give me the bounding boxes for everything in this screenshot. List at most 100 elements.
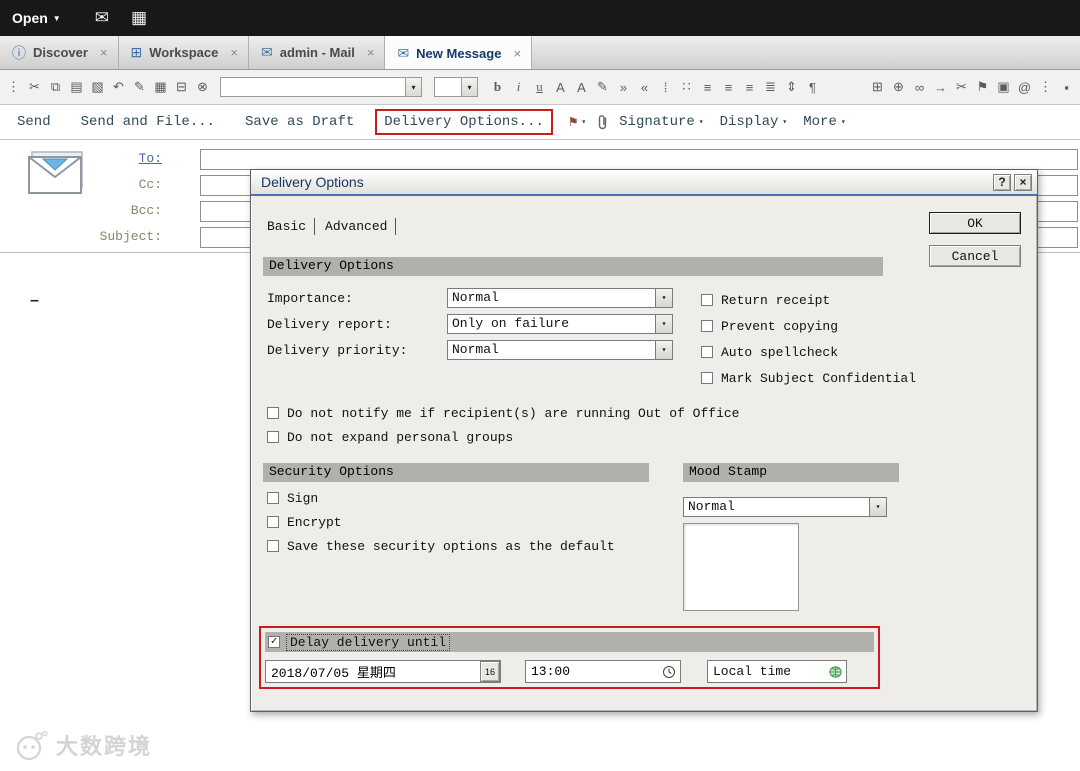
insert-image-icon[interactable]: ▦ [151,76,170,98]
checkbox-icon[interactable] [267,516,279,528]
font-family-combo[interactable]: ▾ [220,77,422,97]
undo-icon[interactable]: ↶ [109,76,128,98]
align-left-icon[interactable]: ≡ [698,76,717,98]
tab-admin-mail[interactable]: ✉ admin - Mail × [249,36,386,69]
delay-time-field[interactable] [525,660,681,683]
delivery-priority-select[interactable]: Normal ▾ [447,340,673,360]
justify-icon[interactable]: ≣ [761,76,780,98]
cancel-button[interactable]: Cancel [929,245,1021,267]
frame-icon[interactable]: ▣ [994,76,1013,98]
help-button[interactable]: ? [993,173,1011,191]
chevron-down-icon[interactable]: ▾ [655,315,672,333]
delivery-report-select[interactable]: Only on failure ▾ [447,314,673,334]
to-field[interactable] [200,149,1078,170]
copy-icon[interactable]: ⧉ [46,76,65,98]
checkbox-icon[interactable] [267,431,279,443]
bullet-list-icon[interactable]: ∷ [677,76,696,98]
dialog-tab-basic[interactable]: Basic [265,218,316,235]
table-icon[interactable]: ⊞ [868,76,887,98]
delay-date-field[interactable]: 16 [265,660,501,683]
align-center-icon[interactable]: ≡ [719,76,738,98]
timezone-picker-button[interactable] [824,665,846,679]
object-icon[interactable]: @ [1015,76,1034,98]
attach-file-button[interactable] [596,114,609,131]
checkbox-icon[interactable] [701,320,713,332]
auto-spellcheck-checkbox[interactable]: Auto spellcheck [701,342,916,362]
permanent-pen-icon[interactable]: ✎ [130,76,149,98]
paste-icon[interactable]: ▤ [67,76,86,98]
format-painter-icon[interactable]: ▧ [88,76,107,98]
save-as-draft-button[interactable]: Save as Draft [236,109,363,135]
open-menu-button[interactable]: Open ▼ [12,10,61,26]
overflow-menu-icon[interactable]: ⋮ [1036,76,1055,98]
toolbar-handle-icon[interactable]: ⋮ [4,76,23,98]
follow-up-flag-button[interactable]: ⚑ ▾ [569,114,586,131]
dialog-titlebar[interactable]: Delivery Options ? × [251,170,1037,196]
mark-subject-confidential-checkbox[interactable]: Mark Subject Confidential [701,368,916,388]
tab-close-icon[interactable]: × [513,46,521,61]
delay-timezone-select[interactable]: Local time [707,660,847,683]
tab-close-icon[interactable]: × [367,45,375,60]
to-label[interactable]: To: [32,151,162,166]
print-icon[interactable]: ⊟ [172,76,191,98]
save-security-default-checkbox[interactable]: Save these security options as the defau… [267,536,615,556]
chevron-down-icon[interactable]: ▾ [655,341,672,359]
font-size-combo[interactable]: ▾ [434,77,478,97]
paragraph-style-icon[interactable]: ¶ [803,76,822,98]
more-menu[interactable]: More ▾ [803,114,845,130]
chevron-down-icon[interactable]: ▾ [405,78,421,96]
pencil-icon[interactable]: ✎ [593,76,612,98]
checkbox-icon[interactable] [701,294,713,306]
checkbox-icon[interactable]: ✓ [268,636,280,648]
text-color-icon[interactable]: A [551,76,570,98]
send-button[interactable]: Send [8,109,60,135]
mood-stamp-select[interactable]: Normal ▾ [683,497,887,517]
checkbox-icon[interactable] [267,407,279,419]
no-out-of-office-notify-checkbox[interactable]: Do not notify me if recipient(s) are run… [267,403,739,423]
delay-delivery-checkbox[interactable]: ✓ Delay delivery until [265,632,874,652]
mail-icon[interactable]: ✉ [95,8,109,28]
delete-icon[interactable]: ⊗ [193,76,212,98]
forward-arrow-icon[interactable]: → [931,76,950,98]
numbered-list-icon[interactable]: ⁞ [656,76,675,98]
importance-select[interactable]: Normal ▾ [447,288,673,308]
flag-icon[interactable]: ⚑ [973,76,992,98]
signature-menu[interactable]: Signature ▾ [619,114,703,130]
tab-discover[interactable]: ⓘ Discover × [0,36,119,69]
delay-time-input[interactable] [526,664,658,679]
highlighter-icon[interactable]: A [572,76,591,98]
calendar-icon[interactable]: ▦ [131,8,147,28]
encrypt-checkbox[interactable]: Encrypt [267,512,615,532]
checkbox-icon[interactable] [267,492,279,504]
align-right-icon[interactable]: ≡ [740,76,759,98]
ok-button[interactable]: OK [929,212,1021,234]
bold-icon[interactable]: b [488,76,507,98]
tab-workspace[interactable]: ⊞ Workspace × [119,36,249,69]
chevron-down-icon[interactable]: ▾ [461,78,477,96]
line-spacing-icon[interactable]: ⇕ [782,76,801,98]
tab-close-icon[interactable]: × [230,45,238,60]
send-and-file-button[interactable]: Send and File... [72,109,224,135]
sign-checkbox[interactable]: Sign [267,488,615,508]
delay-date-input[interactable] [266,664,480,679]
checkbox-icon[interactable] [267,540,279,552]
return-receipt-checkbox[interactable]: Return receipt [701,290,916,310]
no-expand-personal-groups-checkbox[interactable]: Do not expand personal groups [267,427,739,447]
attach-file-icon[interactable]: ⊕ [889,76,908,98]
checkbox-icon[interactable] [701,372,713,384]
dialog-tab-advanced[interactable]: Advanced [323,218,397,235]
stamp-icon[interactable]: ✂ [952,76,971,98]
cut-icon[interactable]: ✂ [25,76,44,98]
delivery-options-button[interactable]: Delivery Options... [375,109,553,135]
italic-icon[interactable]: i [509,76,528,98]
prevent-copying-checkbox[interactable]: Prevent copying [701,316,916,336]
tab-close-icon[interactable]: × [100,45,108,60]
checkbox-icon[interactable] [701,346,713,358]
close-button[interactable]: × [1014,173,1032,191]
tab-new-message[interactable]: ✉ New Message × [385,36,533,69]
indent-icon[interactable]: » [614,76,633,98]
chevron-down-icon[interactable]: ▾ [869,498,886,516]
underline-icon[interactable]: u [530,76,549,98]
display-menu[interactable]: Display ▾ [720,114,788,130]
outdent-icon[interactable]: « [635,76,654,98]
